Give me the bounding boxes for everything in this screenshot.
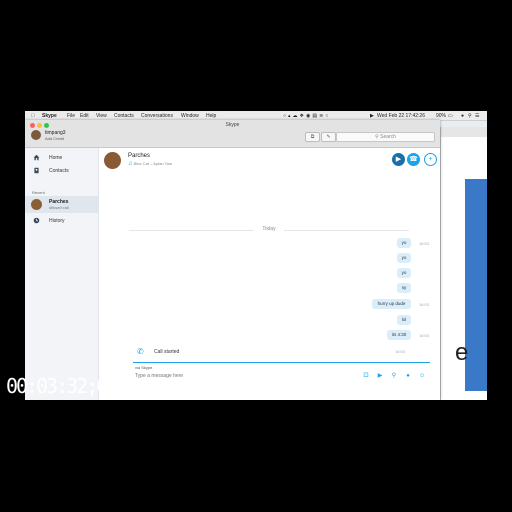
spotlight-icon[interactable]: ⚲ bbox=[468, 113, 472, 119]
menu-edit[interactable]: Edit bbox=[80, 113, 89, 119]
notification-icon[interactable]: ☰ bbox=[475, 113, 479, 119]
skype-window: Skype timpang3 Add Credit ⧉ ✎ ⚲ Search H… bbox=[25, 120, 440, 400]
message-bubble[interactable]: lol bbox=[397, 315, 411, 325]
window-title: Skype bbox=[225, 122, 240, 128]
message-time: 16:53 bbox=[419, 333, 430, 338]
home-icon bbox=[33, 154, 40, 161]
menu-conversations[interactable]: Conversations bbox=[141, 113, 173, 119]
recent-contact-status: Missed call bbox=[49, 205, 69, 210]
now-playing: ♫ Blue Cat – Apfan Tam bbox=[128, 161, 172, 167]
compose-icon[interactable]: ✎ bbox=[321, 132, 336, 142]
message-bubble[interactable]: sy bbox=[397, 283, 411, 293]
volume-icon[interactable]: ▶ bbox=[370, 113, 374, 119]
conversation-avatar[interactable] bbox=[104, 152, 121, 169]
divider-line bbox=[284, 230, 409, 231]
conversation-pane: Parches ♫ Blue Cat – Apfan Tam ▶ ☎ + Tod… bbox=[99, 148, 440, 400]
sidebar: Home Contacts Recent Parches Missed call… bbox=[25, 148, 99, 400]
add-credit-link[interactable]: Add Credit bbox=[45, 136, 64, 141]
recent-conversation-item[interactable]: Parches Missed call bbox=[25, 196, 98, 213]
status-icons[interactable]: ○▴☁❖◉▤≋○ bbox=[283, 113, 330, 119]
menu-window[interactable]: Window bbox=[181, 113, 199, 119]
message-bubble[interactable]: its 4:30 bbox=[387, 330, 411, 340]
phone-icon: ✆ bbox=[137, 347, 144, 356]
call-time: 16:53 bbox=[395, 349, 406, 354]
day-divider: Today bbox=[99, 226, 440, 234]
via-skype-selector[interactable]: via Skype bbox=[135, 365, 152, 370]
desktop-screen:  Skype File Edit View Contacts Conversa… bbox=[25, 111, 487, 400]
music-note-icon: ♫ bbox=[128, 161, 133, 167]
video-call-button[interactable]: ▶ bbox=[392, 153, 405, 166]
history-icon bbox=[33, 217, 40, 224]
emoticon-icon[interactable]: ☺ bbox=[418, 372, 426, 380]
message-time: 16:53 bbox=[419, 241, 430, 246]
sidebar-item-label: Contacts bbox=[49, 168, 69, 174]
call-started-text: Call started bbox=[154, 349, 180, 355]
location-icon[interactable]: ⚲ bbox=[390, 372, 398, 380]
sidebar-item-label: Home bbox=[49, 155, 63, 161]
menu-help[interactable]: Help bbox=[206, 113, 216, 119]
background-letter: e bbox=[455, 339, 469, 366]
sidebar-item-label: History bbox=[49, 218, 65, 224]
recent-label: Recent bbox=[32, 190, 45, 195]
user-icon[interactable]: ● bbox=[461, 113, 464, 119]
message-bubble[interactable]: hurry up dude bbox=[372, 299, 411, 309]
background-window-header bbox=[441, 127, 487, 137]
video-message-icon[interactable]: ▶ bbox=[376, 372, 384, 380]
new-window-icon[interactable]: ⧉ bbox=[305, 132, 320, 142]
menubar-battery[interactable]: 90% bbox=[436, 113, 446, 119]
add-participant-button[interactable]: + bbox=[424, 153, 437, 166]
send-file-icon[interactable]: ⚀ bbox=[362, 372, 370, 380]
menubar-clock[interactable]: Wed Feb 22 17:42:26 bbox=[377, 113, 425, 119]
message-time: 16:53 bbox=[419, 302, 430, 307]
title-bar: Skype timpang3 Add Credit ⧉ ✎ ⚲ Search bbox=[25, 120, 440, 148]
message-bubble[interactable]: yo bbox=[397, 268, 411, 278]
message-input[interactable] bbox=[135, 372, 335, 380]
conversation-title[interactable]: Parches bbox=[128, 153, 150, 159]
message-bubble[interactable]: yo bbox=[397, 238, 411, 248]
menu-file[interactable]: File bbox=[67, 113, 75, 119]
sidebar-item-contacts[interactable]: Contacts bbox=[25, 165, 98, 177]
contacts-icon bbox=[34, 167, 39, 174]
sidebar-item-home[interactable]: Home bbox=[25, 152, 98, 164]
sidebar-item-history[interactable]: History bbox=[25, 215, 98, 227]
user-avatar[interactable] bbox=[31, 130, 41, 140]
search-field[interactable]: ⚲ Search bbox=[336, 132, 435, 142]
search-placeholder: Search bbox=[380, 134, 396, 140]
audio-call-button[interactable]: ☎ bbox=[407, 153, 420, 166]
composer-divider bbox=[133, 362, 430, 363]
menu-skype[interactable]: Skype bbox=[42, 113, 57, 119]
now-playing-text: Blue Cat – Apfan Tam bbox=[133, 161, 173, 166]
video-timecode: 00:03:32;05 bbox=[6, 374, 118, 398]
day-label: Today bbox=[262, 226, 276, 232]
menu-view[interactable]: View bbox=[96, 113, 107, 119]
battery-icon[interactable]: ▭ bbox=[448, 113, 453, 119]
divider-line bbox=[129, 230, 254, 231]
message-bubble[interactable]: yo bbox=[397, 253, 411, 263]
moji-icon[interactable]: ● bbox=[404, 372, 412, 380]
menu-contacts[interactable]: Contacts bbox=[114, 113, 134, 119]
apple-icon[interactable]:  bbox=[31, 113, 35, 119]
contact-avatar bbox=[31, 199, 42, 210]
